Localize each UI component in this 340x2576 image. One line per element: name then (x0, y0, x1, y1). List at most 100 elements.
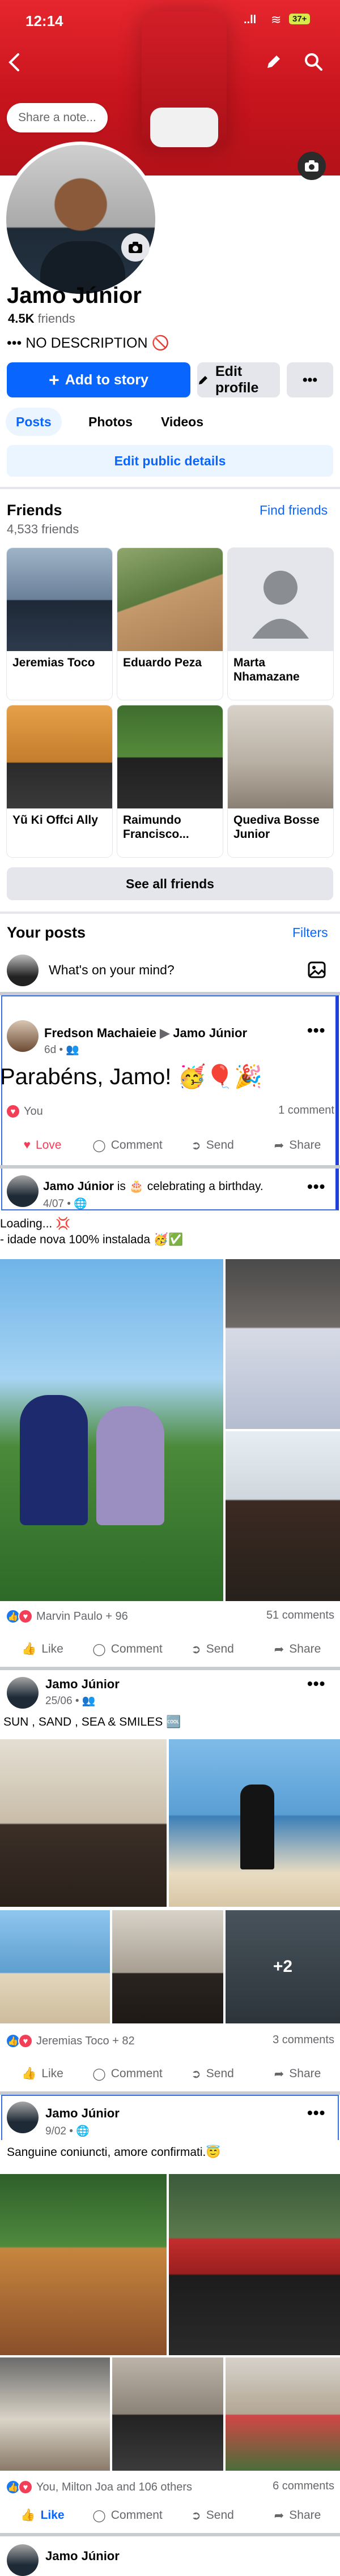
share-note-bubble[interactable]: Share a note... (7, 103, 108, 132)
send-button[interactable]: ➲ Send (170, 1131, 255, 1159)
post-author-avatar[interactable] (7, 1677, 39, 1709)
friends-label: friends (37, 311, 75, 326)
more-photos-count: +2 (226, 1910, 340, 2023)
comments-count[interactable]: 51 comments (266, 1609, 334, 1622)
post-author[interactable]: Fredson Machaieie (44, 1026, 156, 1040)
reactions-text: You (24, 1105, 43, 1118)
see-all-friends-button[interactable]: See all friends (7, 867, 333, 900)
search-icon[interactable] (304, 52, 323, 71)
profile-more-button[interactable]: ••• (287, 362, 333, 397)
post-photo[interactable] (112, 1910, 223, 2023)
share-icon: ➦ (274, 2509, 284, 2522)
comment-button[interactable]: ◯ Comment (85, 1131, 170, 1159)
friend-card[interactable]: Marta Nhamazane (228, 548, 333, 700)
post-reactions[interactable]: 👍 ♥ Jeremias Toco + 82 3 comments (6, 2034, 334, 2051)
friend-card[interactable]: Eduardo Peza (117, 548, 223, 700)
share-icon: ➦ (274, 1642, 284, 1656)
send-button[interactable]: ➲ Send (170, 1635, 255, 1663)
friends-section-count: 4,533 friends (7, 522, 79, 536)
share-button[interactable]: ➦ Share (255, 1635, 340, 1663)
post-target[interactable]: Jamo Júnior (173, 1026, 247, 1040)
comments-count[interactable]: 6 comments (273, 2480, 334, 2493)
post-photo[interactable] (112, 2357, 223, 2471)
action-label: Share (289, 2067, 321, 2080)
post-actions: 👍 Like ◯ Comment ➲ Send ➦ Share (0, 1635, 340, 1663)
post-activity: is 🎂 celebrating a birthday. (117, 1180, 264, 1193)
comment-button[interactable]: ◯ Comment (85, 1635, 170, 1663)
share-button[interactable]: ➦ Share (255, 2060, 340, 2088)
avatar-camera-icon[interactable] (121, 233, 150, 262)
tab-videos[interactable]: Videos (151, 408, 214, 436)
post-more-icon[interactable]: ••• (307, 1021, 325, 1039)
post-photo[interactable] (0, 1259, 223, 1601)
post-more-icon[interactable]: ••• (307, 1675, 325, 1693)
post-reactions[interactable]: 👍 ♥ You, Milton Joa and 106 others 6 com… (6, 2480, 334, 2497)
friend-card[interactable]: Yũ Ki Offci Ally (7, 705, 112, 857)
comment-icon: ◯ (92, 1642, 106, 1656)
friend-card[interactable]: Jeremias Toco (7, 548, 112, 700)
post-author[interactable]: Jamo Júnior (45, 2106, 120, 2121)
post-author-avatar[interactable] (7, 2102, 39, 2133)
edit-public-details-button[interactable]: Edit public details (7, 445, 333, 477)
section-divider (0, 1165, 340, 1169)
comment-button[interactable]: ◯ Comment (85, 2060, 170, 2088)
post-photo[interactable] (0, 1739, 167, 1907)
friend-card[interactable]: Raimundo Francisco... (117, 705, 223, 857)
send-button[interactable]: ➲ Send (170, 2501, 255, 2530)
signal-icon: ..ll (244, 14, 257, 26)
share-button[interactable]: ➦ Share (255, 2501, 340, 2530)
post-photo[interactable] (226, 1431, 340, 1601)
post-author[interactable]: Jamo Júnior (45, 1677, 120, 1692)
tab-posts[interactable]: Posts (6, 408, 62, 436)
composer-avatar (7, 955, 39, 986)
post-photo[interactable] (0, 1910, 110, 2023)
filters-link[interactable]: Filters (292, 925, 328, 940)
profile-avatar[interactable] (3, 142, 159, 297)
post-reactions[interactable]: 👍 ♥ Marvin Paulo + 96 51 comments (6, 1609, 334, 1626)
post-photo[interactable] (169, 1739, 340, 1907)
post-author-avatar[interactable] (7, 2544, 39, 2576)
post-time: 4/07 • 🌐 (43, 1197, 87, 1210)
cover-camera-icon[interactable] (298, 152, 326, 180)
default-avatar-icon (228, 548, 333, 651)
post-author[interactable]: Jamo Júnior (43, 1180, 114, 1193)
post-header[interactable]: Fredson Machaieie ▶ Jamo Júnior (44, 1026, 247, 1041)
share-button[interactable]: ➦ Share (255, 1131, 340, 1159)
tab-photos[interactable]: Photos (78, 408, 143, 436)
post-author-avatar[interactable] (7, 1020, 39, 1052)
post-photo[interactable] (0, 2174, 167, 2355)
send-button[interactable]: ➲ Send (170, 2060, 255, 2088)
post-author-avatar[interactable] (7, 1175, 39, 1207)
profile-friends-count[interactable]: 4.5K friends (8, 311, 75, 326)
globe-icon: 🌐 (74, 1198, 87, 1210)
love-button[interactable]: ♥ Love (0, 1131, 85, 1159)
back-icon[interactable] (7, 52, 23, 72)
friend-card[interactable]: Quediva Bosse Junior (228, 705, 333, 857)
post-photo[interactable] (226, 2357, 340, 2471)
add-to-story-button[interactable]: + Add to story (7, 362, 190, 397)
post-photo[interactable] (169, 2174, 340, 2355)
like-button[interactable]: 👍 Like (0, 1635, 85, 1663)
post-author[interactable]: Jamo Júnior (45, 2549, 120, 2564)
comments-count[interactable]: 3 comments (273, 2034, 334, 2047)
post-text-line: - idade nova 100% instalada 🥳✅ (0, 1233, 184, 1246)
friend-photo (7, 705, 112, 808)
comment-button[interactable]: ◯ Comment (85, 2501, 170, 2530)
post-more-icon[interactable]: ••• (307, 1178, 325, 1196)
add-to-story-label: Add to story (65, 371, 148, 388)
comments-count[interactable]: 1 comment (278, 1104, 334, 1117)
post-photo[interactable] (0, 2357, 110, 2471)
post-photo[interactable] (226, 1259, 340, 1429)
action-label: Like (40, 2509, 65, 2522)
friend-name: Marta Nhamazane (233, 656, 300, 684)
photo-icon[interactable] (307, 960, 326, 979)
composer-input[interactable]: What's on your mind? (49, 962, 175, 978)
like-button[interactable]: 👍 Like (0, 2060, 85, 2088)
post-reactions[interactable]: ♥ You 1 comment (6, 1104, 334, 1121)
find-friends-link[interactable]: Find friends (260, 503, 328, 518)
like-button[interactable]: 👍 Like (0, 2501, 85, 2530)
post-more-icon[interactable]: ••• (307, 2104, 325, 2122)
edit-pencil-icon[interactable] (264, 52, 283, 71)
post-photo-more[interactable]: +2 (226, 1910, 340, 2023)
edit-profile-button[interactable]: Edit profile (197, 362, 280, 397)
